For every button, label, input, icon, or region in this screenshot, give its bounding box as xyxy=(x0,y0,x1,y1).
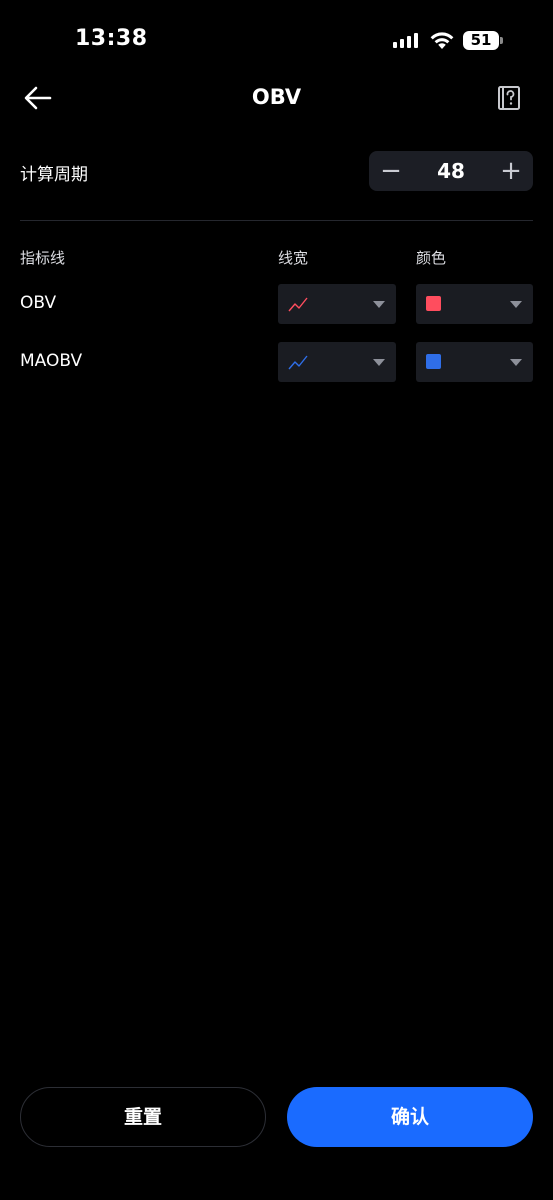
header: OBV xyxy=(0,76,553,120)
battery-level: 51 xyxy=(470,31,492,49)
header-line-width: 线宽 xyxy=(278,249,309,267)
row-label-obv: OBV xyxy=(20,293,57,313)
line-width-select-maobv[interactable] xyxy=(278,342,396,382)
dropdown-arrow-icon xyxy=(373,301,385,308)
status-time: 13:38 xyxy=(75,26,148,51)
signal-icon xyxy=(393,32,419,48)
battery-icon: 51 xyxy=(463,31,503,50)
page-title: OBV xyxy=(251,85,302,109)
period-value[interactable]: 48 xyxy=(409,151,493,191)
color-select-maobv[interactable] xyxy=(416,342,533,382)
line-chart-icon xyxy=(288,297,308,312)
row-label-maobv: MAOBV xyxy=(20,351,83,371)
header-color: 颜色 xyxy=(416,249,447,267)
dropdown-arrow-icon xyxy=(510,359,522,366)
dropdown-arrow-icon xyxy=(373,359,385,366)
help-book-icon[interactable] xyxy=(496,84,522,112)
period-label: 计算周期 xyxy=(20,165,88,185)
line-width-select-obv[interactable] xyxy=(278,284,396,324)
divider xyxy=(20,220,533,221)
confirm-button[interactable]: 确认 xyxy=(287,1087,533,1147)
color-swatch-maobv xyxy=(426,354,441,369)
status-bar: 13:38 51 xyxy=(0,0,553,80)
minus-icon[interactable]: − xyxy=(373,151,409,191)
color-select-obv[interactable] xyxy=(416,284,533,324)
color-swatch-obv xyxy=(426,296,441,311)
reset-button[interactable]: 重置 xyxy=(20,1087,266,1147)
header-indicator: 指标线 xyxy=(20,249,66,267)
dropdown-arrow-icon xyxy=(510,301,522,308)
period-stepper[interactable]: − 48 + xyxy=(369,151,533,191)
line-chart-icon xyxy=(288,355,308,370)
plus-icon[interactable]: + xyxy=(493,151,529,191)
wifi-icon xyxy=(430,32,454,49)
